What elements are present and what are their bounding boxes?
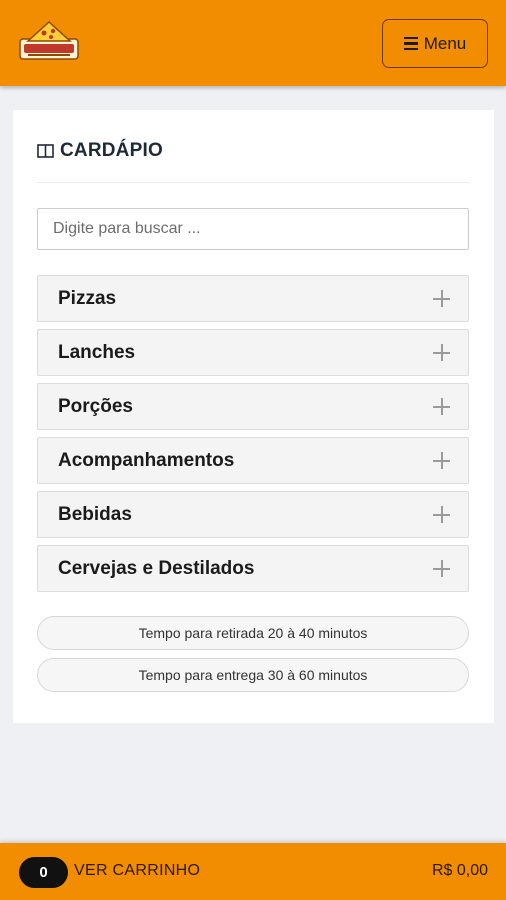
search-input[interactable] — [37, 208, 469, 250]
view-cart-label[interactable]: VER CARRINHO — [74, 862, 200, 880]
book-open-icon — [37, 144, 54, 158]
category-label: Pizzas — [58, 287, 117, 309]
plus-icon — [433, 506, 450, 523]
plus-icon — [433, 398, 450, 415]
plus-icon — [433, 290, 450, 307]
category-label: Acompanhamentos — [58, 449, 235, 471]
category-label: Lanches — [58, 341, 136, 363]
category-lanches[interactable]: Lanches — [37, 329, 469, 376]
category-label: Porções — [58, 395, 133, 417]
category-cervejas-destilados[interactable]: Cervejas e Destilados — [37, 545, 469, 592]
plus-icon — [433, 344, 450, 361]
pizzeria-logo-icon[interactable] — [18, 19, 80, 63]
divider — [37, 182, 469, 183]
cart-total: R$ 0,00 — [431, 862, 488, 879]
top-bar: Menu — [0, 0, 506, 86]
pickup-time-badge: Tempo para retirada 20 à 40 minutos — [37, 616, 469, 650]
pickup-time-text: Tempo para retirada 20 à 40 minutos — [138, 625, 368, 641]
delivery-time-badge: Tempo para entrega 30 à 60 minutos — [37, 658, 469, 692]
category-label: Cervejas e Destilados — [58, 557, 255, 579]
plus-icon — [433, 452, 450, 469]
delivery-time-text: Tempo para entrega 30 à 60 minutos — [138, 667, 368, 683]
plus-icon — [433, 560, 450, 577]
page-title: CARDÁPIO — [60, 140, 163, 161]
category-porcoes[interactable]: Porções — [37, 383, 469, 430]
category-acompanhamentos[interactable]: Acompanhamentos — [37, 437, 469, 484]
menu-button[interactable]: Menu — [382, 19, 488, 68]
category-bebidas[interactable]: Bebidas — [37, 491, 469, 538]
category-label: Bebidas — [58, 503, 132, 525]
cart-count-badge: 0 — [19, 857, 68, 888]
menu-button-label: Menu — [423, 33, 467, 53]
cart-bar[interactable]: 0 VER CARRINHO R$ 0,00 — [0, 843, 506, 900]
category-pizzas[interactable]: Pizzas — [37, 275, 469, 322]
menu-card: CARDÁPIO Pizzas Lanches Porções Acompanh… — [13, 110, 494, 723]
hamburger-icon — [403, 36, 418, 51]
card-header: CARDÁPIO — [37, 140, 163, 162]
